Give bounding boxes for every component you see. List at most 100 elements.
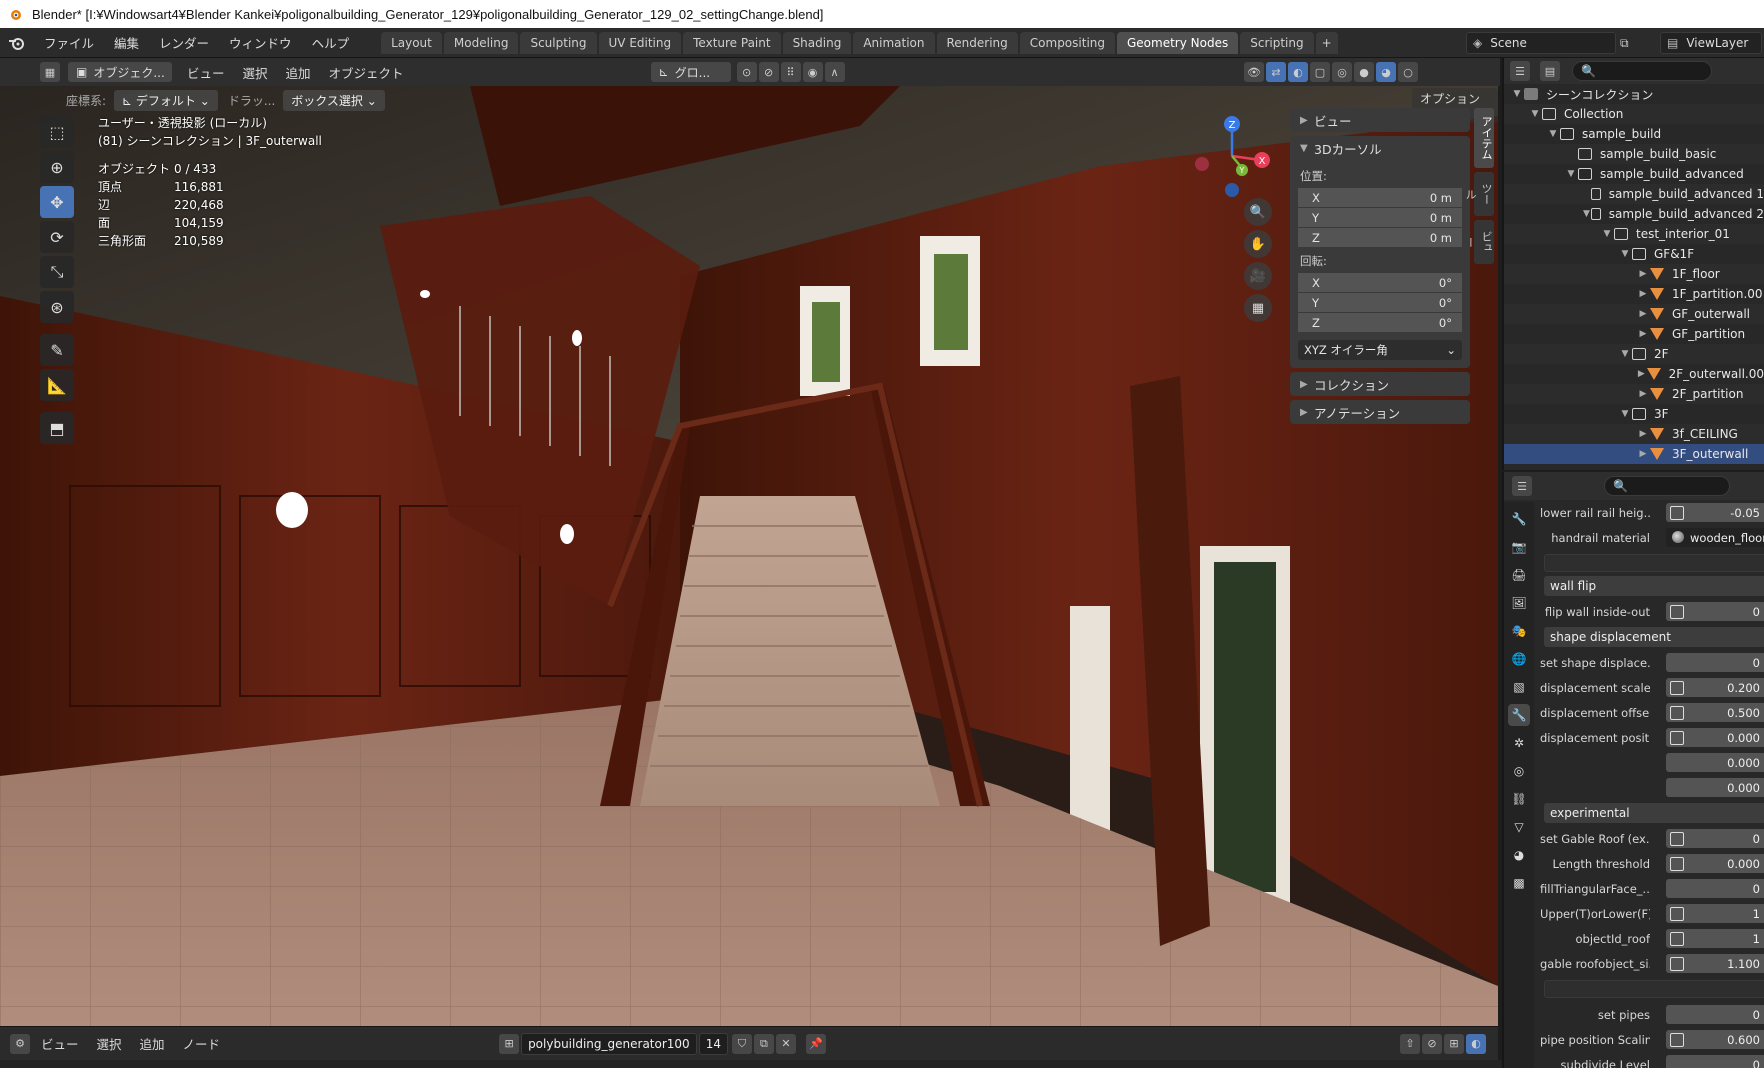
property-value-field[interactable]: 0	[1666, 829, 1764, 848]
physics-props-icon[interactable]: ◎	[1508, 760, 1530, 782]
expand-down-icon[interactable]: ▼	[1546, 129, 1560, 139]
expand-down-icon[interactable]: ▼	[1528, 109, 1542, 119]
property-value-field[interactable]: 0	[1666, 1005, 1764, 1024]
solid-shading-icon[interactable]: ●	[1354, 62, 1374, 82]
expand-down-icon[interactable]: ▼	[1510, 89, 1524, 99]
proportional-edit-icon[interactable]: ◉	[802, 62, 823, 82]
drag-dropdown[interactable]: ボックス選択 ⌄	[283, 90, 385, 111]
gizmo-neg-x[interactable]	[1195, 157, 1209, 171]
tab-compositing[interactable]: Compositing	[1019, 31, 1115, 54]
move-tool-icon[interactable]: ✥	[40, 186, 74, 218]
overlay-node-icon[interactable]: ◐	[1466, 1033, 1486, 1054]
cursor-rotation-y[interactable]: Y 0°	[1298, 293, 1462, 312]
expand-down-icon[interactable]: ▼	[1564, 169, 1578, 179]
expand-right-icon[interactable]: ▶	[1636, 309, 1650, 319]
menu-window[interactable]: ウィンドウ	[219, 33, 302, 52]
add-workspace-button[interactable]: +	[1315, 31, 1338, 54]
expand-right-icon[interactable]: ▶	[1636, 329, 1650, 339]
properties-section-header[interactable]: wall flip	[1544, 576, 1764, 596]
unlink-close-icon[interactable]: ✕	[775, 1033, 796, 1054]
tab-sculpting[interactable]: Sculpting	[520, 31, 597, 54]
outliner-item[interactable]: ▶ 1F_partition.00	[1504, 284, 1764, 304]
xray-icon[interactable]: ▢	[1310, 62, 1330, 82]
node-menu-add[interactable]: 追加	[131, 1034, 174, 1053]
texture-props-icon[interactable]: ▩	[1508, 872, 1530, 894]
object-props-icon[interactable]: ▧	[1508, 676, 1530, 698]
tool-props-icon[interactable]: 🔧	[1508, 508, 1530, 530]
menu-add[interactable]: 追加	[277, 63, 320, 82]
tab-texture-paint[interactable]: Texture Paint	[683, 31, 781, 54]
cursor-location-x[interactable]: X 0 m	[1298, 188, 1462, 207]
outliner-item[interactable]: ▶ 3F_outerwall	[1504, 444, 1764, 464]
expand-down-icon[interactable]: ▼	[1618, 349, 1632, 359]
pivot-icon[interactable]: ⊙	[736, 62, 757, 82]
render-props-icon[interactable]: 📷	[1508, 536, 1530, 558]
annotate-tool-icon[interactable]: ✎	[40, 334, 74, 366]
menu-help[interactable]: ヘルプ	[302, 33, 360, 52]
outliner-item[interactable]: ▼ シーンコレクション	[1504, 84, 1764, 104]
property-value-field[interactable]: 0	[1666, 653, 1764, 672]
outliner-item[interactable]: ▶ 2F_outerwall.00	[1504, 364, 1764, 384]
expand-right-icon[interactable]: ▶	[1636, 389, 1650, 399]
cursor-rotation-z[interactable]: Z 0°	[1298, 313, 1462, 332]
node-menu-node[interactable]: ノード	[174, 1034, 230, 1053]
parent-node-tree-icon[interactable]: ⇧	[1400, 1033, 1420, 1054]
property-value-field[interactable]: 0.000	[1666, 778, 1764, 797]
node-menu-select[interactable]: 選択	[88, 1034, 131, 1053]
gizmo-toggle-icon[interactable]: ⇄	[1266, 62, 1286, 82]
data-props-icon[interactable]: ▽	[1508, 816, 1530, 838]
menu-render[interactable]: レンダー	[149, 33, 219, 52]
duplicate-icon[interactable]: ⧉	[753, 1033, 774, 1054]
properties-section-header[interactable]: shape displacement	[1544, 627, 1764, 647]
snap-icon[interactable]: ⊘	[758, 62, 779, 82]
gizmo-neg-z[interactable]	[1225, 183, 1239, 197]
expand-down-icon[interactable]: ▼	[1582, 209, 1591, 219]
camera-view-icon[interactable]: 🎥	[1244, 262, 1272, 290]
snap-node-icon[interactable]: ⊘	[1422, 1033, 1442, 1054]
wireframe-shading-icon[interactable]: ◎	[1332, 62, 1352, 82]
property-value-field[interactable]: 0.500	[1666, 703, 1764, 722]
cursor-rotation-x[interactable]: X 0°	[1298, 273, 1462, 292]
tab-layout[interactable]: Layout	[381, 31, 442, 54]
expand-down-icon[interactable]: ▼	[1618, 249, 1632, 259]
view-layer-selector[interactable]: ▤ ViewLayer	[1660, 32, 1762, 54]
constraints-props-icon[interactable]: ⛓	[1508, 788, 1530, 810]
scene-selector[interactable]: ◈ Scene	[1466, 32, 1616, 54]
properties-section-header[interactable]: experimental	[1544, 803, 1764, 823]
rotation-mode-dropdown[interactable]: XYZ オイラー角 ⌄	[1298, 340, 1462, 360]
outliner-item[interactable]: ▼ sample_build_advanced 2	[1504, 204, 1764, 224]
property-value-field[interactable]: 1	[1666, 904, 1764, 923]
material-shading-icon[interactable]: ◕	[1376, 62, 1396, 82]
panel-collection-header[interactable]: ▶ コレクション	[1290, 372, 1470, 396]
outliner-item[interactable]: ▼ sample_build	[1504, 124, 1764, 144]
expand-down-icon[interactable]: ▼	[1600, 229, 1614, 239]
expand-right-icon[interactable]: ▶	[1636, 369, 1647, 379]
transform-orientation[interactable]: ⊾ グロ...	[650, 62, 731, 82]
property-value-field[interactable]: 0	[1666, 602, 1764, 621]
tab-scripting[interactable]: Scripting	[1240, 31, 1314, 54]
expand-right-icon[interactable]: ▶	[1636, 449, 1650, 459]
expand-down-icon[interactable]: ▼	[1618, 409, 1632, 419]
output-props-icon[interactable]: 🖨	[1508, 564, 1530, 586]
tab-view[interactable]: ビュー	[1464, 220, 1494, 264]
outliner-editor-type-icon[interactable]: ☰	[1510, 61, 1530, 81]
material-selector[interactable]: wooden_floor	[1666, 528, 1764, 547]
property-value-field[interactable]: 0	[1666, 1055, 1764, 1068]
menu-select[interactable]: 選択	[234, 63, 277, 82]
outliner-item[interactable]: ▼ 2F	[1504, 344, 1764, 364]
3d-viewport[interactable]: 座標系: ⊾ デフォルト ⌄ ドラッ... ボックス選択 ⌄ オプション ⌄ ⬚…	[0, 86, 1498, 1026]
cursor-location-z[interactable]: Z 0 m	[1298, 228, 1462, 247]
node-tree-browse-icon[interactable]: ⊞	[499, 1033, 520, 1054]
snap-target-icon[interactable]: ⠿	[780, 62, 801, 82]
property-value-field[interactable]: 1.100	[1666, 954, 1764, 973]
outliner-item[interactable]: ▶ 2F_partition	[1504, 384, 1764, 404]
navigation-gizmo[interactable]: Z X Y	[1190, 108, 1280, 198]
fake-user-shield-icon[interactable]: ⛉	[731, 1033, 752, 1054]
tab-tool[interactable]: ツール	[1464, 172, 1494, 216]
property-value-field[interactable]: 0.600	[1666, 1030, 1764, 1049]
snap-grid-icon[interactable]: ⊞	[1444, 1033, 1464, 1054]
select-box-tool-icon[interactable]: ⬚	[40, 116, 74, 148]
property-value-field[interactable]: 1	[1666, 929, 1764, 948]
material-props-icon[interactable]: ◕	[1508, 844, 1530, 866]
perspective-grid-icon[interactable]: ▦	[1244, 294, 1272, 322]
